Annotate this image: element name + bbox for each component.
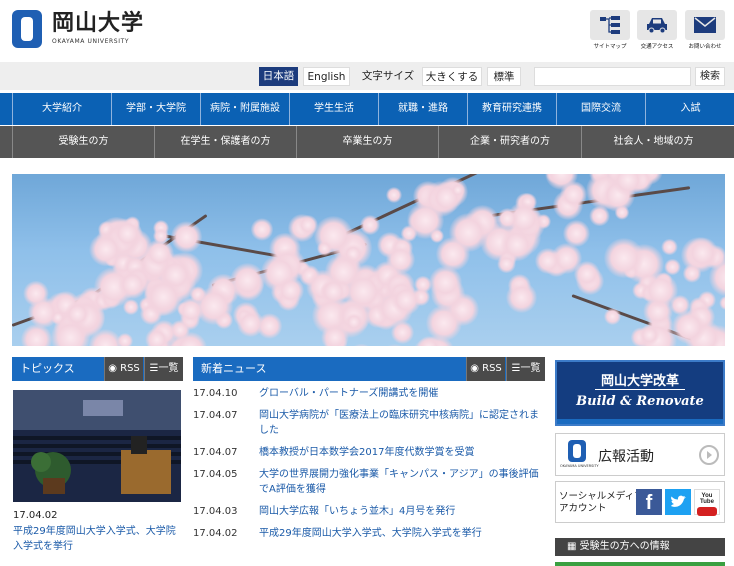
news-rss-button[interactable]: ◉ RSS — [466, 357, 505, 381]
nav-item-career[interactable]: 就職・進路 — [379, 93, 468, 125]
topic-photo-ceremony[interactable] — [13, 390, 181, 502]
topics-rss-button[interactable]: ◉ RSS — [104, 357, 143, 381]
applicants-info-header[interactable]: ▦ 受験生の方への情報 — [555, 538, 725, 556]
news-date: 17.04.07 — [193, 410, 238, 421]
reform-title-jp: 岡山大学改革 — [600, 374, 679, 389]
news-date: 17.04.03 — [193, 506, 238, 517]
search-button[interactable]: 検索 — [695, 67, 725, 86]
mail-icon — [685, 10, 725, 40]
contact-label: お問い合わせ — [688, 44, 722, 50]
youtube-text: You Tube — [700, 493, 714, 505]
news-link[interactable]: 平成29年度岡山大学入学式、大学院入学式を挙行 — [259, 526, 545, 541]
nav-item-students-parents[interactable]: 在学生・保護者の方 — [155, 126, 297, 158]
news-link[interactable]: 岡山大学病院が「医療法上の臨床研究中核病院」に認定されました — [259, 408, 545, 438]
access-link[interactable]: 交通アクセス — [637, 10, 677, 50]
pr-logo-icon — [568, 440, 586, 462]
font-bigger-button[interactable]: 大きくする — [422, 67, 482, 86]
news-date: 17.04.10 — [193, 388, 238, 399]
news-list-label: 一覧 — [520, 363, 541, 374]
social-label-line1: ソーシャルメディア — [559, 491, 644, 502]
logo-name-en: OKAYAMA UNIVERSITY — [52, 38, 130, 45]
lang-japanese-button[interactable]: 日本語 — [259, 67, 298, 86]
news-row: 17.04.02 平成29年度岡山大学入学式、大学院入学式を挙行 — [193, 526, 545, 541]
nav-item-about[interactable]: 大学紹介 — [12, 93, 112, 125]
access-label: 交通アクセス — [640, 44, 674, 50]
sitemap-icon — [590, 10, 630, 40]
youtube-icon[interactable]: You Tube — [694, 489, 720, 516]
nav-item-companies[interactable]: 企業・研究者の方 — [439, 126, 582, 158]
nav-item-hospital[interactable]: 病院・附属施設 — [201, 93, 290, 125]
news-date: 17.04.07 — [193, 447, 238, 458]
topics-list-label: 一覧 — [158, 363, 179, 374]
nav-item-student-life[interactable]: 学生生活 — [290, 93, 379, 125]
logo-name-jp: 岡山大学 — [52, 11, 145, 36]
arrow-right-circle-icon — [699, 445, 719, 465]
main-nav: 大学紹介 学部・大学院 病院・附属施設 学生生活 就職・進路 教育研究連携 国際… — [0, 93, 734, 125]
lang-english-button[interactable]: English — [303, 67, 350, 86]
news-row: 17.04.07 岡山大学病院が「医療法上の臨床研究中核病院」に認定されました — [193, 408, 545, 438]
news-title: 新着ニュース — [201, 362, 267, 375]
sitemap-label: サイトマップ — [593, 44, 627, 50]
nav-item-applicants[interactable]: 受験生の方 — [12, 126, 155, 158]
news-rss-label: RSS — [482, 363, 502, 374]
applicants-green-bar — [555, 562, 725, 566]
university-logo[interactable]: 岡山大学 OKAYAMA UNIVERSITY — [12, 10, 144, 48]
font-size-label: 文字サイズ — [361, 70, 415, 82]
nav-item-community[interactable]: 社会人・地域の方 — [582, 126, 725, 158]
social-label-line2: アカウント — [559, 503, 607, 514]
pr-logo-en: OKAYAMA UNIVERSITY — [560, 464, 599, 468]
site-header: 岡山大学 OKAYAMA UNIVERSITY サイトマップ 交通アクセス お問… — [0, 0, 734, 60]
news-row: 17.04.05 大学の世界展開力強化事業「キャンパス・アジア」の事後評価でA評価… — [193, 467, 545, 497]
news-date: 17.04.05 — [193, 469, 238, 480]
reform-accent-bar — [557, 419, 723, 424]
reform-divider — [595, 389, 685, 390]
grid-icon: ▦ — [567, 541, 580, 552]
news-list-button[interactable]: ☰一覧 — [506, 357, 545, 381]
news-header: 新着ニュース ◉ RSS ☰一覧 — [193, 357, 545, 381]
sitemap-link[interactable]: サイトマップ — [590, 10, 630, 50]
utility-bar: 日本語 English 文字サイズ 大きくする 標準 検索 — [0, 62, 734, 90]
news-row: 17.04.10 グローバル・パートナーズ開講式を開催 — [193, 386, 545, 401]
news-row: 17.04.07 橋本教授が日本数学会2017年度代数学賞を受賞 — [193, 445, 545, 460]
reform-title-en: Build & Renovate — [576, 394, 704, 409]
facebook-icon[interactable]: f — [636, 489, 662, 515]
nav-item-research[interactable]: 教育研究連携 — [468, 93, 557, 125]
topics-list-button[interactable]: ☰一覧 — [144, 357, 183, 381]
news-link[interactable]: 大学の世界展開力強化事業「キャンパス・アジア」の事後評価でA評価を獲得 — [259, 467, 545, 497]
topic-headline-link[interactable]: 平成29年度岡山大学入学式、大学院入学式を挙行 — [13, 524, 183, 554]
social-label: ソーシャルメディア アカウント — [559, 491, 644, 515]
news-row: 17.04.03 岡山大学広報「いちょう並木」4月号を発行 — [193, 504, 545, 519]
topics-title: トピックス — [20, 362, 75, 375]
pr-label: 広報活動 — [598, 449, 654, 465]
news-link[interactable]: 橋本教授が日本数学会2017年度代数学賞を受賞 — [259, 445, 545, 460]
search-input[interactable] — [534, 67, 691, 86]
news-date: 17.04.02 — [193, 528, 238, 539]
topics-rss-label: RSS — [120, 363, 140, 374]
audience-nav: 受験生の方 在学生・保護者の方 卒業生の方 企業・研究者の方 社会人・地域の方 — [0, 126, 734, 158]
topics-header: トピックス ◉ RSS ☰一覧 — [12, 357, 183, 381]
news-link[interactable]: グローバル・パートナーズ開講式を開催 — [259, 386, 545, 401]
logo-mark-icon — [12, 10, 42, 48]
nav-item-international[interactable]: 国際交流 — [557, 93, 646, 125]
rss-icon: ◉ — [470, 363, 483, 374]
twitter-icon[interactable] — [665, 489, 691, 515]
applicants-info-label: 受験生の方への情報 — [579, 541, 670, 552]
pr-activities-banner[interactable]: OKAYAMA UNIVERSITY 広報活動 — [555, 433, 725, 476]
contact-link[interactable]: お問い合わせ — [685, 10, 725, 50]
news-link[interactable]: 岡山大学広報「いちょう並木」4月号を発行 — [259, 504, 545, 519]
news-list: 17.04.10 グローバル・パートナーズ開講式を開催 17.04.07 岡山大学病… — [193, 386, 545, 548]
nav-item-faculties[interactable]: 学部・大学院 — [112, 93, 201, 125]
nav-item-admissions[interactable]: 入試 — [646, 93, 734, 125]
topic-date: 17.04.02 — [13, 510, 58, 521]
reform-banner[interactable]: 岡山大学改革 Build & Renovate — [555, 360, 725, 426]
font-standard-button[interactable]: 標準 — [487, 67, 521, 86]
car-icon — [637, 10, 677, 40]
social-media-box: ソーシャルメディア アカウント f You Tube — [555, 481, 725, 523]
rss-icon: ◉ — [108, 363, 121, 374]
nav-item-alumni[interactable]: 卒業生の方 — [297, 126, 439, 158]
hero-image-cherry-blossoms — [12, 174, 725, 346]
